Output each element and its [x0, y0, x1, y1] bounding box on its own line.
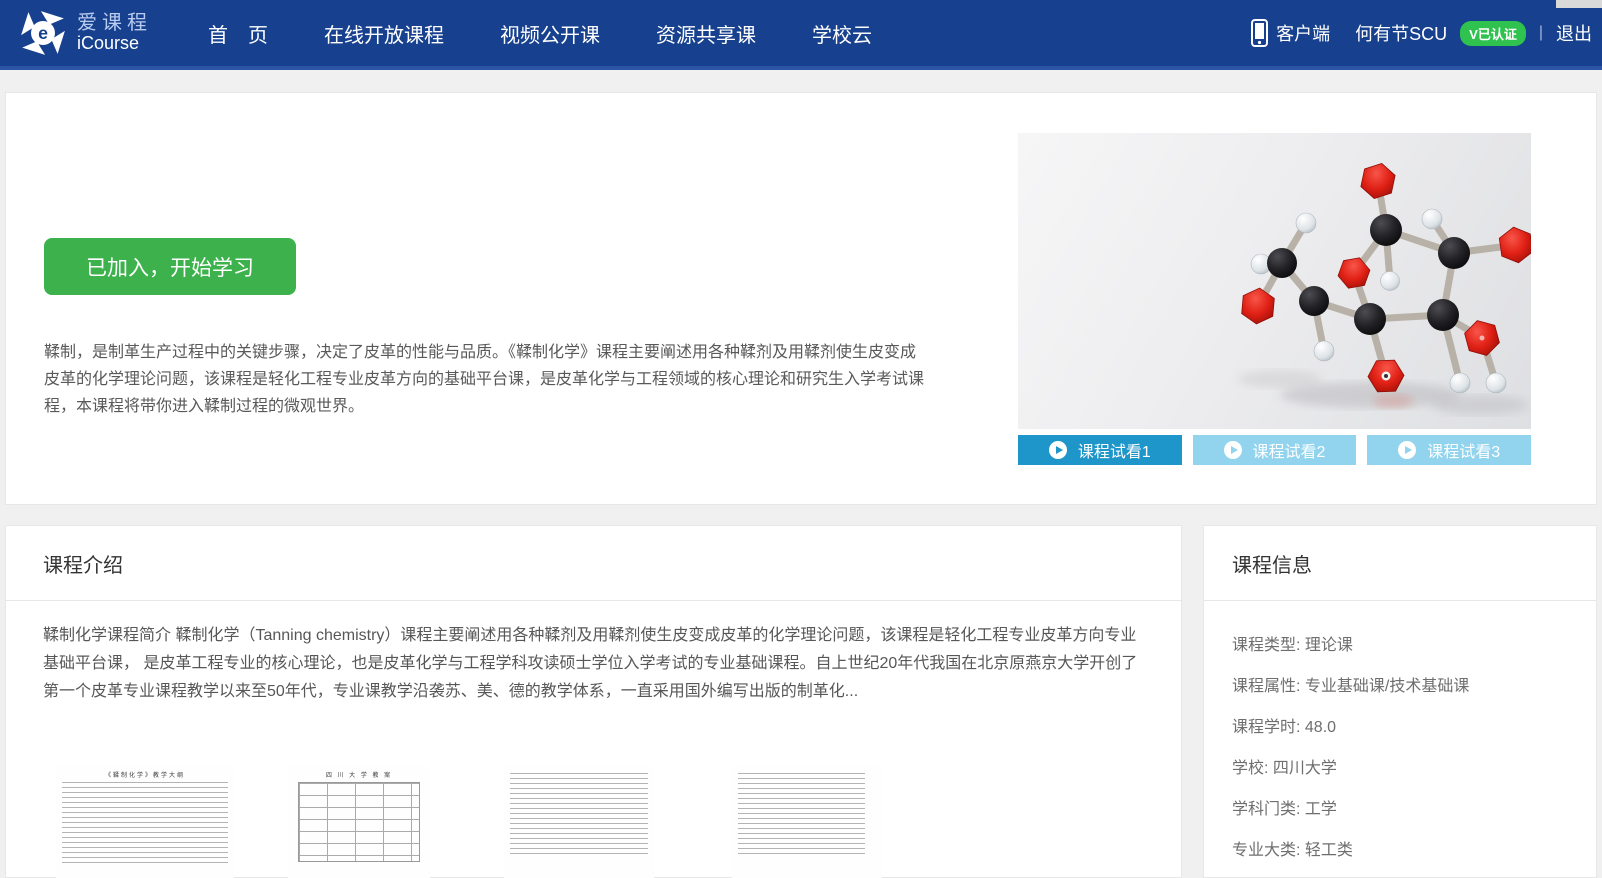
browser-scrollbar-artifact — [1556, 0, 1602, 8]
client-link[interactable]: 客户端 — [1251, 19, 1330, 47]
header-divider: | — [1539, 24, 1543, 42]
document-thumbnail-4[interactable] — [732, 766, 882, 878]
icourse-logo[interactable]: e 爱课程 iCourse — [18, 8, 152, 58]
preview-label: 课程试看2 — [1253, 438, 1326, 462]
doc-title: 《鞣制化学》教学大纲 — [62, 770, 228, 779]
molecule-model-image — [1018, 133, 1531, 429]
join-start-learning-button[interactable]: 已加入，开始学习 — [44, 238, 296, 295]
course-intro-panel: 课程介绍 鞣制化学课程简介 鞣制化学（Tanning chemistry）课程主… — [5, 525, 1182, 878]
nav-item-video-open-class[interactable]: 视频公开课 — [500, 19, 600, 48]
logout-button[interactable]: 退出 — [1556, 20, 1592, 46]
mobile-phone-icon — [1251, 19, 1268, 47]
top-navigation-bar: e 爱课程 iCourse 首 页 在线开放课程 视频公开课 资源共享课 学校云… — [0, 0, 1602, 70]
preview-label: 课程试看1 — [1078, 438, 1151, 462]
doc-table-grid — [298, 782, 420, 862]
document-thumbnail-3[interactable] — [504, 766, 654, 878]
course-info-panel: 课程信息 课程类型理论课 课程属性专业基础课/技术基础课 课程学时48.0 学校… — [1203, 525, 1597, 878]
course-media-block: 课程试看1 课程试看2 课程试看3 — [1018, 133, 1531, 465]
nav-item-school-cloud[interactable]: 学校云 — [812, 19, 872, 48]
logo-text-cn: 爱课程 — [77, 13, 152, 34]
preview-button-2[interactable]: 课程试看2 — [1193, 435, 1357, 465]
document-thumbnail-1[interactable]: 《鞣制化学》教学大纲 — [56, 766, 234, 878]
doc-text-lines — [738, 773, 865, 857]
preview-label: 课程试看3 — [1427, 438, 1500, 462]
info-row-discipline: 学科门类工学 — [1232, 795, 1596, 819]
info-row-course-hours: 课程学时48.0 — [1232, 713, 1596, 737]
course-summary: 鞣制，是制革生产过程中的关键步骤，决定了皮革的性能与品质。《鞣制化学》课程主要阐… — [44, 339, 924, 420]
username[interactable]: 何有节SCU — [1355, 20, 1447, 46]
info-row-course-attribute: 课程属性专业基础课/技术基础课 — [1232, 672, 1596, 696]
client-label: 客户端 — [1276, 20, 1330, 46]
document-thumbnail-2[interactable]: 四 川 大 学 教 案 — [288, 766, 430, 878]
doc-text-lines — [62, 782, 228, 866]
user-cluster: 客户端 何有节SCU V已认证 | 退出 — [1251, 0, 1592, 66]
info-row-course-type: 课程类型理论课 — [1232, 631, 1596, 655]
nav-item-resource-sharing[interactable]: 资源共享课 — [656, 19, 756, 48]
intro-body-text: 鞣制化学课程简介 鞣制化学（Tanning chemistry）课程主要阐述用各… — [43, 622, 1148, 706]
play-icon — [1224, 441, 1242, 459]
intro-panel-title: 课程介绍 — [43, 549, 123, 578]
play-icon — [1049, 441, 1067, 459]
icourse-logo-icon: e — [18, 8, 68, 58]
nav-item-open-courses[interactable]: 在线开放课程 — [324, 19, 444, 48]
doc-title: 四 川 大 学 教 案 — [294, 770, 424, 779]
preview-button-3[interactable]: 课程试看3 — [1367, 435, 1531, 465]
verified-badge: V已认证 — [1460, 21, 1526, 46]
svg-text:e: e — [38, 23, 48, 43]
logo-text-en: iCourse — [77, 34, 152, 53]
document-thumbnails: 《鞣制化学》教学大纲 四 川 大 学 教 案 — [6, 761, 1183, 878]
main-navigation: 首 页 在线开放课程 视频公开课 资源共享课 学校云 — [208, 0, 872, 66]
doc-text-lines — [510, 773, 648, 857]
play-icon — [1398, 441, 1416, 459]
course-info-list: 课程类型理论课 课程属性专业基础课/技术基础课 课程学时48.0 学校四川大学 … — [1204, 601, 1596, 878]
nav-item-home[interactable]: 首 页 — [208, 19, 268, 48]
info-row-major-category: 专业大类轻工类 — [1232, 836, 1596, 860]
info-panel-title: 课程信息 — [1232, 549, 1312, 578]
preview-button-1[interactable]: 课程试看1 — [1018, 435, 1182, 465]
course-preview-buttons: 课程试看1 课程试看2 课程试看3 — [1018, 435, 1531, 465]
course-hero-panel: 鞣制化学 国家级 已加入，开始学习 鞣制，是制革生产过程中的关键步骤，决定了皮革… — [5, 92, 1597, 505]
info-row-school: 学校四川大学 — [1232, 754, 1596, 778]
